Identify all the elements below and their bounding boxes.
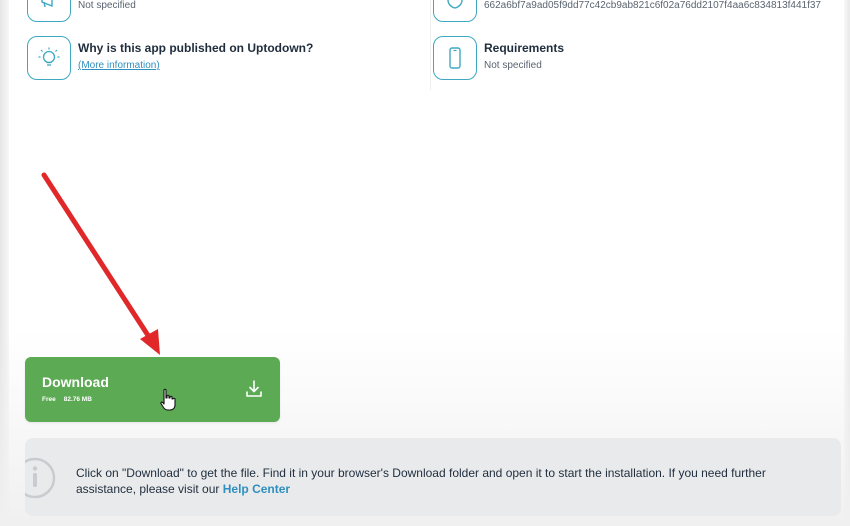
download-instructions-text: Click on "Download" to get the file. Fin… <box>76 465 826 497</box>
download-instructions-panel: Click on "Download" to get the file. Fin… <box>25 438 841 516</box>
instructions-body: Click on "Download" to get the file. Fin… <box>76 466 766 496</box>
info-icon <box>25 457 56 499</box>
help-center-link[interactable]: Help Center <box>223 482 290 496</box>
